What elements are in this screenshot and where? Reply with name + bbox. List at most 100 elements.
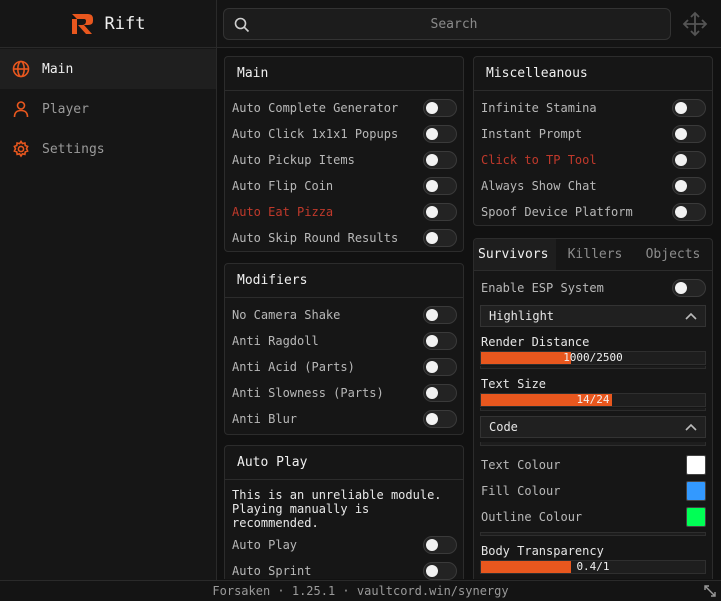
highlight-dropdown[interactable]: Highlight [480, 305, 706, 327]
sidebar-item-label: Settings [42, 141, 105, 157]
slider-label: Text Size [481, 377, 547, 391]
row-label: No Camera Shake [232, 308, 341, 322]
row-label: Anti Acid (Parts) [232, 360, 355, 374]
brand: Rift [0, 0, 216, 48]
search-input[interactable] [254, 9, 654, 39]
row-label: Auto Skip Round Results [232, 231, 399, 245]
toggle-row-anti-blur: Anti Blur [225, 406, 463, 432]
footer-text: Forsaken · 1.25.1 · vaultcord.win/synerg… [212, 584, 509, 598]
toggle-switch[interactable] [423, 384, 457, 402]
status-footer: Forsaken · 1.25.1 · vaultcord.win/synerg… [0, 580, 721, 601]
sidebar-item-player[interactable]: Player [0, 89, 216, 129]
toggle-switch[interactable] [423, 306, 457, 324]
slider-value: 0.4/1 [576, 560, 610, 573]
dropdown-label: Highlight [489, 309, 555, 323]
search-box [223, 8, 671, 40]
toggle-switch[interactable] [423, 562, 457, 580]
row-label: Outline Colour [481, 510, 583, 524]
toggle-row-anti-acid: Anti Acid (Parts) [225, 354, 463, 380]
row-label: Enable ESP System [481, 281, 604, 295]
row-label: Text Colour [481, 458, 561, 472]
toggle-switch[interactable] [672, 203, 706, 221]
toggle-row-auto-skip-round-results: Auto Skip Round Results [225, 225, 463, 251]
row-label: Always Show Chat [481, 179, 597, 193]
autoplay-panel: Auto Play This is an unreliable module. … [224, 445, 464, 580]
toggle-switch[interactable] [423, 125, 457, 143]
toggle-row-auto-play: Auto Play [225, 532, 463, 558]
toggle-switch[interactable] [423, 151, 457, 169]
color-swatch[interactable] [686, 481, 706, 501]
row-label: Anti Blur [232, 412, 298, 426]
move-icon[interactable] [682, 11, 708, 37]
color-swatch[interactable] [686, 507, 706, 527]
esp-panel: Survivors Killers Objects Enable ESP Sys… [473, 238, 713, 579]
esp-tabs: Survivors Killers Objects [474, 239, 712, 271]
row-label: Fill Colour [481, 484, 561, 498]
toggle-switch[interactable] [672, 279, 706, 297]
user-icon [13, 101, 29, 118]
globe-icon [12, 60, 30, 78]
tab-survivors[interactable]: Survivors [474, 239, 556, 270]
dropdown-label: Code [489, 420, 518, 434]
slider-label: Render Distance [481, 335, 590, 349]
toggle-switch[interactable] [672, 125, 706, 143]
tab-objects[interactable]: Objects [634, 239, 712, 270]
resize-icon[interactable] [703, 584, 717, 598]
row-label: Auto Pickup Items [232, 153, 355, 167]
body-transparency-slider[interactable]: 0.4/1 [480, 560, 706, 574]
color-row-text-colour: Text Colour [474, 452, 712, 478]
toggle-switch[interactable] [672, 177, 706, 195]
slider-value: 1000/2500 [563, 351, 623, 364]
modifiers-panel: Modifiers No Camera Shake Anti Ragdoll A… [224, 263, 464, 435]
rift-logo-icon [71, 13, 93, 34]
note-line: Playing manually is recommended. [232, 502, 370, 530]
toggle-switch[interactable] [423, 358, 457, 376]
color-swatch[interactable] [686, 455, 706, 475]
toggle-row-anti-ragdoll: Anti Ragdoll [225, 328, 463, 354]
row-label: Spoof Device Platform [481, 205, 633, 219]
panel-title: Main [225, 57, 463, 91]
toggle-row-instant-prompt: Instant Prompt [474, 121, 712, 147]
main-panel: Main Auto Complete Generator Auto Click … [224, 56, 464, 252]
toggle-switch[interactable] [672, 99, 706, 117]
row-label: Auto Sprint [232, 564, 312, 578]
row-label: Infinite Stamina [481, 101, 597, 115]
toggle-switch[interactable] [423, 536, 457, 554]
row-label: Instant Prompt [481, 127, 583, 141]
toggle-row-infinite-stamina: Infinite Stamina [474, 95, 712, 121]
text-size-slider[interactable]: 14/24 [480, 393, 706, 407]
toggle-row-click-to-tp-tool: Click to TP Tool [474, 147, 712, 173]
slider-track [480, 408, 706, 411]
color-row-outline-colour: Outline Colour [474, 504, 712, 530]
sidebar-item-settings[interactable]: Settings [0, 129, 216, 169]
row-label: Anti Ragdoll [232, 334, 319, 348]
toggle-switch[interactable] [423, 229, 457, 247]
toggle-row-no-camera-shake: No Camera Shake [225, 302, 463, 328]
toggle-row-always-show-chat: Always Show Chat [474, 173, 712, 199]
render-distance-slider[interactable]: 1000/2500 [480, 351, 706, 365]
code-dropdown[interactable]: Code [480, 416, 706, 438]
gear-icon [13, 140, 29, 158]
toggle-switch[interactable] [423, 203, 457, 221]
row-label: Auto Eat Pizza [232, 205, 334, 219]
row-label: Click to TP Tool [481, 153, 597, 167]
note-line: This is an unreliable module. [232, 488, 442, 502]
slider-value: 14/24 [576, 393, 610, 406]
toggle-row-auto-pickup-items: Auto Pickup Items [225, 147, 463, 173]
row-label: Auto Play [232, 538, 298, 552]
toggle-switch[interactable] [672, 151, 706, 169]
row-label: Auto Click 1x1x1 Popups [232, 127, 399, 141]
toggle-switch[interactable] [423, 410, 457, 428]
topbar [217, 0, 721, 48]
tab-killers[interactable]: Killers [556, 239, 634, 270]
toggle-switch[interactable] [423, 177, 457, 195]
search-icon [234, 17, 250, 33]
toggle-row-auto-eat-pizza: Auto Eat Pizza [225, 199, 463, 225]
chevron-up-icon [685, 423, 697, 431]
sidebar-item-main[interactable]: Main [0, 49, 216, 89]
sidebar-item-label: Main [42, 61, 74, 77]
toggle-switch[interactable] [423, 332, 457, 350]
color-row-fill-colour: Fill Colour [474, 478, 712, 504]
toggle-switch[interactable] [423, 99, 457, 117]
toggle-row-anti-slowness: Anti Slowness (Parts) [225, 380, 463, 406]
